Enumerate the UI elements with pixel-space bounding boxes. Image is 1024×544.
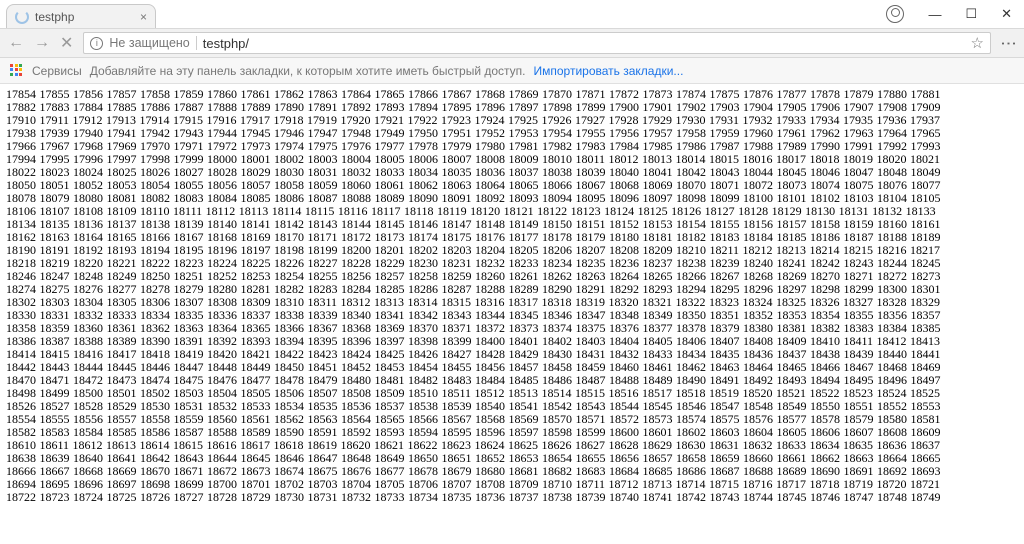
site-info-icon[interactable]: i (90, 37, 103, 50)
apps-label[interactable]: Сервисы (32, 64, 82, 78)
tab-spinner-icon (15, 10, 29, 24)
nav-forward-button[interactable]: → (34, 34, 50, 52)
profile-icon[interactable] (886, 5, 904, 23)
apps-grid-icon[interactable] (10, 64, 24, 78)
window-close-button[interactable]: ✕ (1001, 6, 1012, 22)
bookmarks-hint: Добавляйте на эту панель закладки, к кот… (90, 64, 526, 78)
window-titlebar: testphp × — ☐ ✕ (0, 0, 1024, 28)
omnibox[interactable]: i Не защищено testphp/ ☆ (83, 32, 991, 54)
tab-close-icon[interactable]: × (140, 10, 147, 24)
url-text: testphp/ (203, 36, 249, 51)
window-minimize-button[interactable]: — (928, 7, 941, 22)
browser-menu-button[interactable]: ⋮ (999, 36, 1019, 51)
bookmarks-bar: Сервисы Добавляйте на эту панель закладк… (0, 58, 1024, 84)
window-controls: — ☐ ✕ (886, 0, 1024, 28)
security-label: Не защищено (109, 36, 189, 50)
nav-back-button[interactable]: ← (8, 34, 24, 52)
omnibox-separator (196, 36, 197, 50)
nav-reload-button[interactable]: ✕ (60, 33, 73, 53)
address-bar: ← → ✕ i Не защищено testphp/ ☆ ⋮ (0, 28, 1024, 58)
bookmark-star-icon[interactable]: ☆ (971, 34, 984, 52)
browser-tab[interactable]: testphp × (6, 4, 156, 28)
tab-title: testphp (35, 10, 74, 24)
tab-strip: testphp × (0, 0, 156, 28)
page-content: 17854 17855 17856 17857 17858 17859 1786… (0, 84, 1024, 508)
import-bookmarks-link[interactable]: Импортировать закладки... (534, 64, 684, 78)
window-maximize-button[interactable]: ☐ (965, 6, 977, 22)
